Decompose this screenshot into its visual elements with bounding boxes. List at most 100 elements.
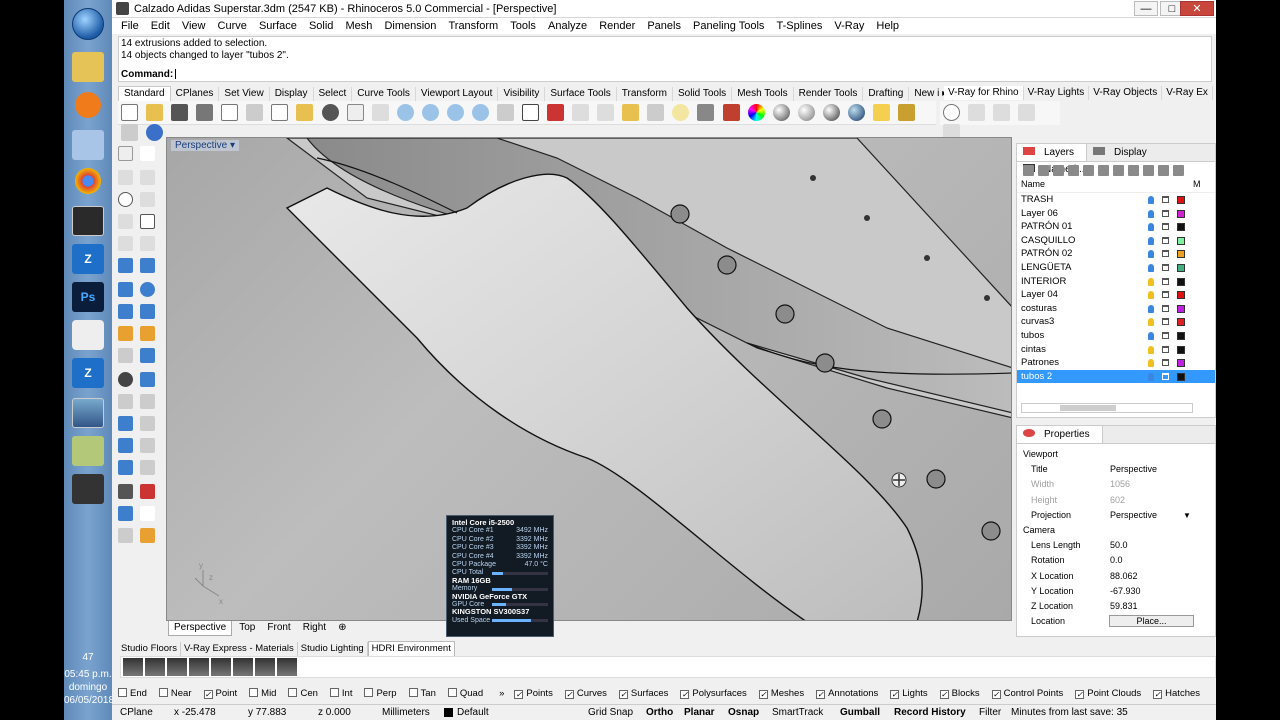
layer-row[interactable]: TRASH (1017, 193, 1215, 207)
tab-mesh-tools[interactable]: Mesh Tools (732, 87, 794, 101)
notes-icon[interactable] (72, 436, 104, 466)
join-icon[interactable] (140, 372, 155, 387)
menu-dimension[interactable]: Dimension (384, 18, 436, 34)
layer-color-swatch[interactable] (1177, 345, 1185, 354)
open-file-icon[interactable] (146, 104, 164, 121)
checkbox-icon[interactable]: ✓ (890, 690, 900, 699)
material-column-header[interactable]: M (1193, 179, 1201, 189)
tools-icon[interactable] (1143, 165, 1154, 176)
checkbox-icon[interactable]: ✓ (1075, 690, 1085, 699)
print-icon[interactable] (196, 104, 214, 121)
place-camera-button[interactable]: Place... (1109, 615, 1194, 628)
property-value[interactable]: 59.831 (1110, 599, 1138, 614)
tab-curve-tools[interactable]: Curve Tools (352, 87, 416, 101)
layer-color-swatch[interactable] (1177, 236, 1185, 245)
options-gear-icon[interactable] (897, 104, 915, 121)
lightbulb-icon[interactable] (1148, 359, 1154, 368)
menu-edit[interactable]: Edit (151, 18, 170, 34)
lightbulb-icon[interactable] (1148, 196, 1154, 204)
lightbulb-icon[interactable] (1148, 304, 1154, 313)
menu-curve[interactable]: Curve (218, 18, 247, 34)
check-icon[interactable] (140, 506, 155, 521)
material-sphere-icon[interactable] (822, 104, 840, 121)
lightbulb-icon[interactable] (1148, 223, 1154, 232)
lightbulb-icon[interactable] (1148, 277, 1154, 286)
hdri-thumbnail[interactable] (211, 658, 231, 676)
vray-render-icon[interactable] (993, 104, 1011, 121)
more-arrow-icon[interactable]: » (499, 686, 504, 702)
settings-icon[interactable] (1158, 165, 1169, 176)
hdri-thumbnail[interactable] (277, 658, 297, 676)
undo-icon[interactable] (321, 104, 339, 121)
move-left-icon[interactable] (1098, 165, 1109, 176)
lock-icon[interactable] (1162, 277, 1169, 285)
viewport-tab-front[interactable]: Front (262, 621, 295, 635)
grid-icon[interactable] (572, 104, 590, 121)
move-icon[interactable] (118, 394, 133, 409)
edit-point-icon[interactable] (140, 326, 155, 341)
ortho-toggle[interactable]: Ortho (646, 705, 673, 720)
checkbox-icon[interactable]: ✓ (758, 690, 768, 699)
property-value[interactable]: 50.0 (1110, 538, 1128, 553)
lightbulb-icon[interactable] (1148, 263, 1154, 272)
smarttrack-toggle[interactable]: SmartTrack (772, 705, 823, 720)
lightbulb-icon[interactable] (1148, 250, 1154, 259)
environment-sphere-icon[interactable] (847, 104, 865, 121)
filter-hatches[interactable]: ✓ Hatches (1153, 686, 1206, 702)
curve-icon[interactable] (140, 170, 155, 185)
vray-logo-icon[interactable] (943, 104, 960, 121)
lightbulb-icon[interactable] (1148, 291, 1154, 300)
start-button[interactable] (72, 8, 104, 40)
car-icon[interactable] (547, 104, 565, 121)
filter-lights[interactable]: ✓ Lights (890, 686, 933, 702)
grid-array-icon[interactable] (118, 484, 133, 499)
layer-color-swatch[interactable] (1177, 277, 1185, 286)
lock-icon[interactable] (1162, 318, 1169, 326)
checkbox-icon[interactable] (408, 688, 418, 697)
add-viewport-icon[interactable]: ⊕ (333, 621, 351, 635)
filter-icon[interactable] (1128, 165, 1139, 176)
tab-standard[interactable]: Standard (118, 86, 171, 101)
tab-solid-tools[interactable]: Solid Tools (673, 87, 733, 101)
pan-icon[interactable] (346, 104, 364, 121)
checkbox-icon[interactable]: ✓ (203, 690, 213, 699)
rotate-icon[interactable] (140, 394, 155, 409)
zoom-icon[interactable] (396, 104, 414, 121)
tab-select[interactable]: Select (314, 87, 353, 101)
lightbulb-icon[interactable] (1148, 345, 1154, 354)
close-button[interactable]: ✕ (1180, 1, 1214, 16)
light-icon[interactable] (672, 104, 690, 121)
layer-row[interactable]: PATRÓN 01 (1017, 220, 1215, 234)
name-column-header[interactable]: Name (1021, 179, 1045, 189)
mirror-icon[interactable] (140, 438, 155, 453)
lock-icon[interactable] (1162, 304, 1169, 312)
lock-icon[interactable] (1162, 291, 1169, 299)
tab-transform[interactable]: Transform (617, 87, 673, 101)
minimize-button[interactable]: — (1134, 1, 1158, 16)
z-app-2-icon[interactable]: Z (72, 358, 104, 388)
osnap-tan[interactable]: Tan (408, 686, 442, 702)
osnap-quad[interactable]: Quad (447, 686, 489, 702)
zoom-window-icon[interactable] (421, 104, 439, 121)
layer-icon[interactable] (722, 104, 740, 121)
polygon-icon[interactable] (118, 214, 133, 229)
projection-dropdown-icon[interactable]: ▼ (1183, 508, 1191, 523)
hdri-thumbnail[interactable] (189, 658, 209, 676)
boolean-icon[interactable] (118, 326, 133, 341)
checkbox-icon[interactable]: ✓ (939, 690, 949, 699)
dimension-icon[interactable] (140, 460, 155, 475)
menu-solid[interactable]: Solid (309, 18, 333, 34)
tab-surface-tools[interactable]: Surface Tools (545, 87, 617, 101)
render-icon[interactable] (118, 528, 133, 543)
chrome-icon[interactable] (75, 168, 101, 194)
property-value[interactable]: 0.0 (1110, 553, 1123, 568)
filter-curves[interactable]: ✓ Curves (564, 686, 613, 702)
layer-color-swatch[interactable] (1177, 250, 1185, 259)
viewport-tab-right[interactable]: Right (298, 621, 331, 635)
array-icon[interactable] (118, 438, 133, 453)
gumball-toggle[interactable]: Gumball (840, 705, 880, 720)
checkbox-icon[interactable]: ✓ (564, 690, 574, 699)
tab-display[interactable]: Display (270, 87, 314, 101)
layer-color-swatch[interactable] (1177, 331, 1185, 340)
select-icon[interactable] (597, 104, 615, 121)
